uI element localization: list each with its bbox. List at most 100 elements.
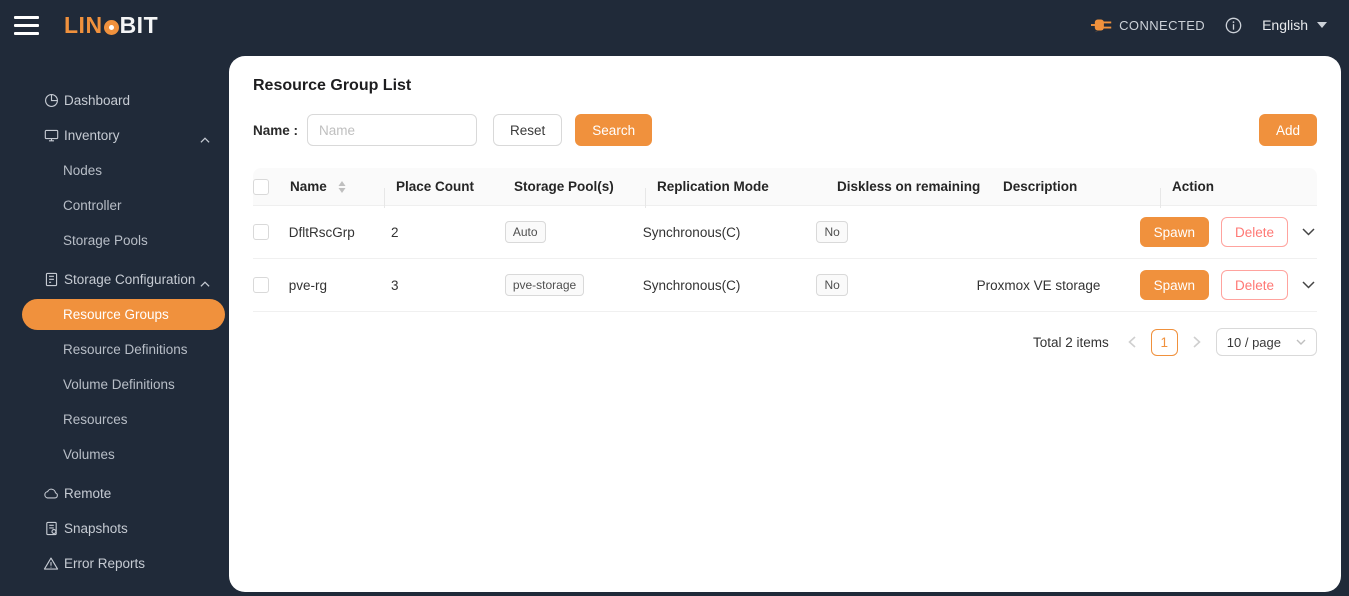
- delete-button[interactable]: Delete: [1220, 217, 1288, 247]
- database-icon: [43, 272, 59, 288]
- name-filter-input[interactable]: [307, 114, 478, 146]
- sidebar-item-volumes[interactable]: Volumes: [0, 437, 229, 472]
- pagination-prev-icon[interactable]: [1124, 334, 1140, 350]
- sidebar: Dashboard Inventory Nodes Controller Sto…: [0, 50, 229, 596]
- topbar: LIN BIT CONNECTED English: [0, 0, 1349, 50]
- header-action: Action: [1172, 179, 1317, 194]
- description-value: Proxmox VE storage: [976, 277, 1101, 293]
- logo-text-bit: BIT: [119, 11, 159, 38]
- row-checkbox[interactable]: [253, 224, 269, 240]
- sidebar-item-controller[interactable]: Controller: [0, 188, 229, 223]
- page-title: Resource Group List: [253, 77, 412, 94]
- logo-dot-icon: [103, 19, 119, 35]
- sidebar-item-label: Resource Definitions: [63, 342, 188, 357]
- monitor-icon: [43, 128, 59, 144]
- header-label: Name: [290, 179, 327, 194]
- header-checkbox-cell: [253, 178, 290, 195]
- storage-configuration-submenu: Resource Groups Resource Definitions Vol…: [0, 299, 229, 476]
- sidebar-item-error-reports[interactable]: Error Reports: [0, 546, 229, 581]
- caret-down-icon: [1317, 22, 1327, 28]
- row-expand-chevron-icon[interactable]: [1300, 279, 1317, 291]
- header-label: Place Count: [396, 179, 475, 194]
- sidebar-item-volume-definitions[interactable]: Volume Definitions: [0, 367, 229, 402]
- place-count-value: 3: [390, 277, 399, 293]
- header-label: Storage Pool(s): [514, 179, 614, 194]
- table-row: pve-rg 3 pve-storage Synchronous(C) No P…: [253, 259, 1317, 312]
- connection-status-label: CONNECTED: [1119, 17, 1206, 33]
- sidebar-item-label: Storage Pools: [63, 233, 148, 248]
- table-header-row: Name Place Count Storage Pool(s) Replica…: [253, 168, 1317, 208]
- sidebar-item-label: Error Reports: [64, 556, 146, 571]
- sidebar-item-label: Dashboard: [64, 93, 131, 108]
- reset-button[interactable]: Reset: [493, 114, 563, 146]
- spawn-button[interactable]: Spawn: [1139, 270, 1209, 300]
- header-label: Replication Mode: [657, 179, 769, 194]
- sidebar-item-label: Storage Configuration: [64, 272, 196, 287]
- connection-status: CONNECTED: [1091, 17, 1205, 33]
- place-count-value: 2: [390, 224, 399, 240]
- sort-icon[interactable]: [338, 180, 346, 193]
- sidebar-item-label: Snapshots: [64, 521, 128, 536]
- chevron-up-icon: [200, 132, 210, 147]
- add-button[interactable]: Add: [1258, 114, 1317, 146]
- resource-group-name: DfltRscGrp: [288, 224, 355, 240]
- sidebar-item-label: Inventory: [64, 128, 120, 143]
- header-label: Diskless on remaining: [837, 179, 981, 194]
- page-size-selector[interactable]: 10 / page: [1215, 328, 1317, 356]
- replication-mode-value: Synchronous(C): [642, 277, 741, 293]
- sidebar-item-storage-configuration[interactable]: Storage Configuration: [0, 262, 229, 297]
- sidebar-item-label: Volume Definitions: [63, 377, 175, 392]
- resource-group-name: pve-rg: [288, 277, 327, 293]
- pagination: Total 2 items 1 10 / page: [253, 328, 1317, 356]
- sidebar-item-label: Resource Groups: [63, 307, 169, 322]
- topbar-right: CONNECTED English: [1091, 17, 1327, 34]
- linstor-app: LIN BIT CONNECTED English Dashboard Inve…: [0, 0, 1349, 596]
- storage-pool-tag: Auto: [504, 221, 546, 243]
- sidebar-item-nodes[interactable]: Nodes: [0, 153, 229, 188]
- chevron-down-icon: [1296, 339, 1306, 345]
- sidebar-item-remote[interactable]: Remote: [0, 476, 229, 511]
- sidebar-item-label: Volumes: [63, 447, 115, 462]
- header-diskless: Diskless on remaining: [837, 179, 1003, 194]
- plug-icon: [1091, 19, 1112, 33]
- sidebar-item-inventory[interactable]: Inventory: [0, 118, 229, 153]
- pie-chart-icon: [43, 93, 59, 109]
- pagination-next-icon[interactable]: [1189, 334, 1205, 350]
- hamburger-menu-icon[interactable]: [14, 15, 39, 35]
- linbit-logo: LIN BIT: [64, 12, 158, 39]
- page-size-value: 10 / page: [1226, 334, 1281, 350]
- delete-button[interactable]: Delete: [1220, 270, 1288, 300]
- table-row: DfltRscGrp 2 Auto Synchronous(C) No Spaw…: [253, 206, 1317, 259]
- row-checkbox[interactable]: [253, 277, 269, 293]
- language-selector[interactable]: English: [1262, 17, 1327, 33]
- header-replication-mode: Replication Mode: [657, 179, 837, 194]
- spawn-button[interactable]: Spawn: [1139, 217, 1209, 247]
- name-filter-label: Name :: [253, 122, 299, 138]
- row-expand-chevron-icon[interactable]: [1300, 226, 1317, 238]
- sidebar-item-resources[interactable]: Resources: [0, 402, 229, 437]
- search-button[interactable]: Search: [575, 114, 653, 146]
- sidebar-item-label: Nodes: [63, 163, 103, 178]
- header-label: Description: [1003, 179, 1078, 194]
- sidebar-item-snapshots[interactable]: Snapshots: [0, 511, 229, 546]
- sidebar-item-storage-pools[interactable]: Storage Pools: [0, 223, 229, 258]
- chevron-up-icon: [200, 276, 210, 291]
- replication-mode-value: Synchronous(C): [642, 224, 741, 240]
- cloud-icon: [43, 486, 59, 502]
- info-circle-icon[interactable]: [1225, 17, 1242, 34]
- resource-group-table: Name Place Count Storage Pool(s) Replica…: [253, 168, 1317, 312]
- inventory-submenu: Nodes Controller Storage Pools: [0, 153, 229, 262]
- snapshot-file-icon: [43, 521, 59, 537]
- header-place-count: Place Count: [396, 179, 514, 194]
- pagination-page-1[interactable]: 1: [1150, 328, 1178, 356]
- diskless-tag: No: [816, 221, 848, 243]
- header-name[interactable]: Name: [290, 179, 396, 208]
- sidebar-item-label: Remote: [64, 486, 112, 501]
- select-all-checkbox[interactable]: [253, 178, 269, 195]
- sidebar-item-resource-groups[interactable]: Resource Groups: [22, 299, 225, 330]
- language-label: English: [1262, 17, 1308, 33]
- content-card: Resource Group List Name : Reset Search …: [229, 56, 1341, 592]
- sidebar-item-dashboard[interactable]: Dashboard: [0, 83, 229, 118]
- sidebar-item-resource-definitions[interactable]: Resource Definitions: [0, 332, 229, 367]
- diskless-tag: No: [816, 274, 848, 296]
